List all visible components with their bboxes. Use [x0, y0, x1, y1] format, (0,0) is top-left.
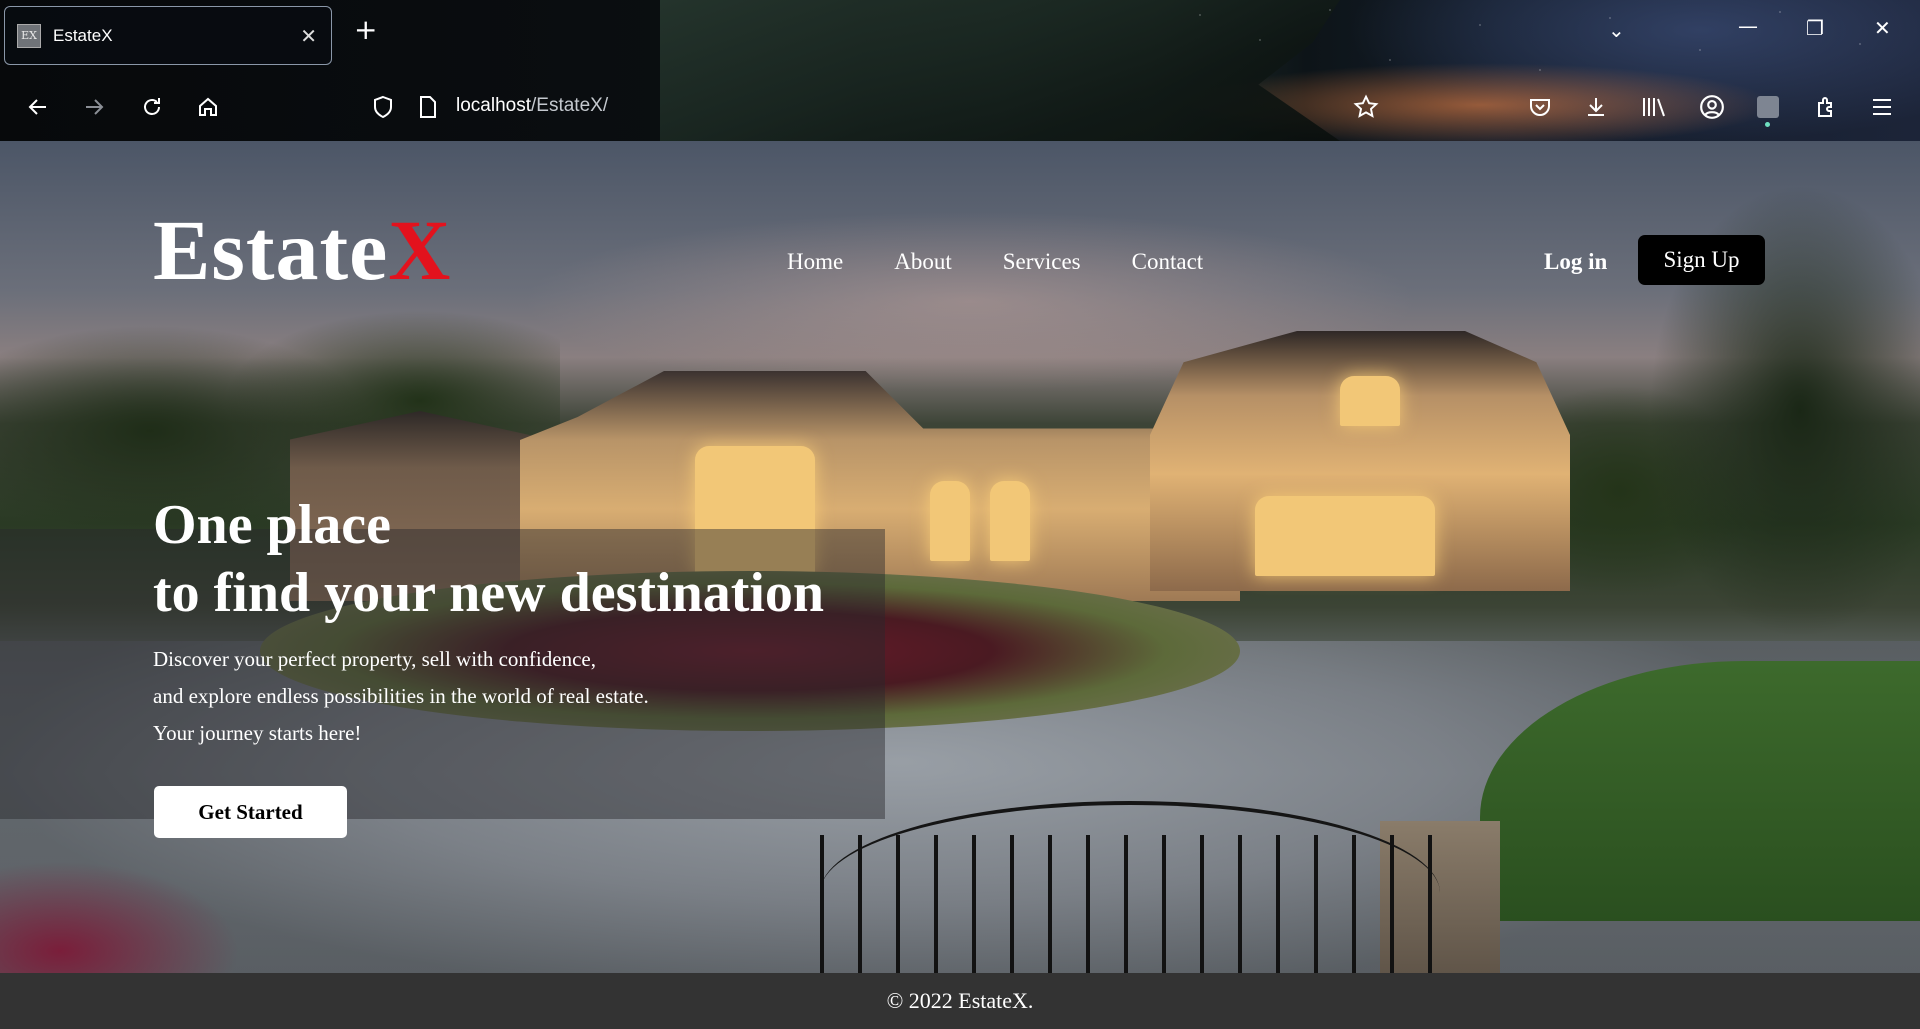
hero-background-gate	[820, 801, 1440, 973]
puzzle-icon[interactable]	[1808, 84, 1844, 130]
page-viewport: EstateX Home About Services Contact Log …	[0, 141, 1920, 973]
footer-copyright: © 2022 EstateX.	[886, 988, 1034, 1013]
nav-services-link[interactable]: Services	[1003, 249, 1081, 275]
account-icon[interactable]	[1694, 84, 1730, 130]
site-logo[interactable]: EstateX	[153, 207, 451, 293]
page-icon	[410, 84, 446, 130]
hero-background-window	[1255, 496, 1435, 576]
url-path: /EstateX/	[531, 95, 609, 116]
shield-icon[interactable]	[365, 84, 401, 130]
hero-description-line-3: Your journey starts here!	[153, 721, 362, 745]
site-footer: © 2022 EstateX.	[0, 973, 1920, 1029]
hero-title: One place to find your new destination	[153, 491, 824, 627]
browser-tab[interactable]: EX EstateX ✕	[4, 6, 332, 65]
tab-close-icon[interactable]: ✕	[300, 24, 317, 48]
hero-background-flowers	[0, 861, 240, 973]
logo-main-text: Estate	[153, 202, 389, 298]
extension-indicator	[1765, 122, 1770, 127]
restore-icon[interactable]: ❐	[1806, 16, 1824, 40]
hero-description-line-2: and explore endless possibilities in the…	[153, 684, 649, 708]
hero-title-line-2: to find your new destination	[153, 562, 825, 624]
tab-favicon-icon: EX	[17, 23, 41, 48]
nav-contact-link[interactable]: Contact	[1132, 249, 1204, 275]
hero-background-window	[990, 481, 1030, 561]
login-link[interactable]: Log in	[1544, 249, 1607, 275]
browser-chrome: EX EstateX ✕ + ⌄ — ❐ ✕ localhost/EstateX…	[0, 0, 1920, 141]
logo-accent-text: X	[388, 202, 452, 298]
url-host: localhost	[456, 95, 531, 116]
home-icon[interactable]	[190, 84, 226, 130]
reload-icon[interactable]	[134, 84, 170, 130]
address-bar[interactable]: localhost/EstateX/	[456, 95, 608, 117]
tab-list-icon[interactable]: ⌄	[1608, 18, 1625, 42]
hero-description: Discover your perfect property, sell wit…	[153, 641, 649, 752]
download-icon[interactable]	[1578, 84, 1614, 130]
menu-icon[interactable]	[1864, 84, 1900, 130]
nav-home-link[interactable]: Home	[787, 249, 843, 275]
nav-about-link[interactable]: About	[894, 249, 952, 275]
get-started-button[interactable]: Get Started	[154, 786, 347, 838]
back-icon[interactable]	[20, 84, 56, 130]
navigation-toolbar: localhost/EstateX/	[0, 84, 1920, 130]
pocket-icon[interactable]	[1522, 84, 1558, 130]
hero-description-line-1: Discover your perfect property, sell wit…	[153, 647, 596, 671]
tab-title: EstateX	[53, 25, 113, 45]
new-tab-button[interactable]: +	[354, 16, 377, 44]
hero-background-window	[1340, 376, 1400, 426]
minimize-icon[interactable]: —	[1738, 14, 1758, 38]
hero-title-line-1: One place	[153, 494, 391, 556]
library-icon[interactable]	[1636, 84, 1672, 130]
bookmark-star-icon[interactable]	[1348, 84, 1384, 130]
forward-icon[interactable]	[76, 84, 112, 130]
hero-background-window	[930, 481, 970, 561]
signup-button[interactable]: Sign Up	[1638, 235, 1765, 285]
main-nav: Home About Services Contact	[787, 249, 1203, 275]
close-window-icon[interactable]: ✕	[1874, 16, 1891, 40]
